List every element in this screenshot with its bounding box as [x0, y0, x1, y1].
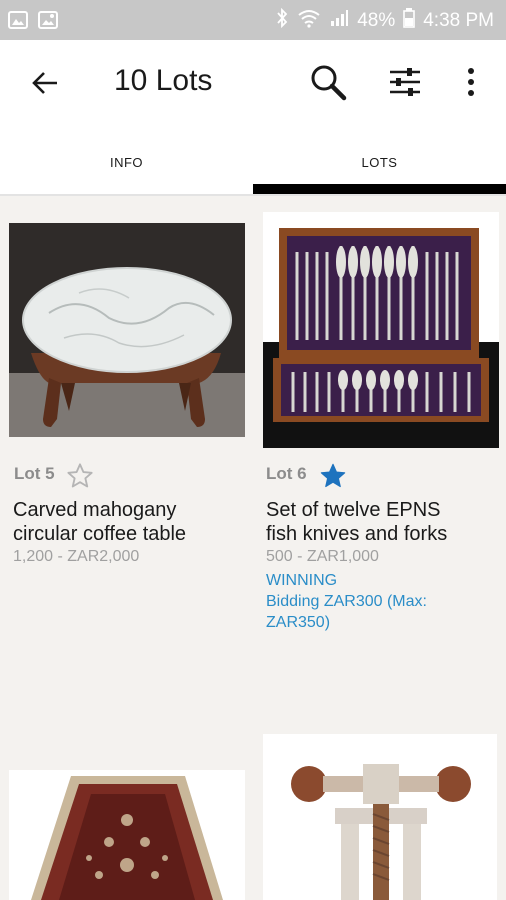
selected-tab-indicator: [253, 184, 506, 194]
back-button[interactable]: [28, 66, 62, 100]
tab-info[interactable]: INFO: [0, 128, 253, 196]
favorite-button[interactable]: [66, 462, 94, 490]
lot-card[interactable]: [253, 718, 506, 900]
arrow-left-icon: [32, 72, 57, 94]
bid-amount: Bidding ZAR300 (Max:: [266, 593, 427, 610]
lot-image[interactable]: [263, 734, 497, 900]
image-notification-icon: [38, 10, 58, 35]
app-bar: 10 Lots: [0, 40, 506, 128]
lot-card[interactable]: [0, 718, 253, 900]
sliders-icon: [390, 68, 420, 96]
more-vertical-icon: [468, 68, 474, 96]
lot-title: Set of twelve EPNS fish knives and forks: [266, 498, 502, 546]
lot-title-line: Carved mahogany: [13, 499, 177, 521]
overflow-menu-button[interactable]: [451, 62, 491, 102]
wifi-icon: [297, 8, 321, 34]
status-bar: 48% 4:38 PM: [0, 0, 506, 40]
winning-label: WINNING: [266, 572, 338, 589]
lot-estimate: 500 - ZAR1,000: [266, 548, 379, 565]
lot-image[interactable]: [9, 770, 245, 900]
filter-button[interactable]: [385, 62, 425, 102]
lot-title: Carved mahogany circular coffee table: [13, 498, 249, 546]
lot-estimate: 1,200 - ZAR2,000: [13, 548, 140, 565]
lot-number: Lot 6: [266, 464, 307, 483]
lot-image[interactable]: [263, 212, 499, 448]
tab-bar: INFO LOTS: [0, 128, 506, 196]
lot-card[interactable]: Lot 5 Carved mahogany circular coffee ta…: [0, 198, 253, 718]
lot-image[interactable]: [9, 223, 245, 437]
search-button[interactable]: [308, 62, 348, 102]
lot-title-line: circular coffee table: [13, 523, 187, 545]
clock: 4:38 PM: [423, 10, 494, 31]
lot-card[interactable]: Lot 6 Set of twelve EPNS fish knives and…: [253, 198, 506, 718]
bid-status: WINNING Bidding ZAR300 (Max: ZAR350): [266, 570, 502, 633]
lot-title-line: Set of twelve EPNS: [266, 499, 441, 521]
page-title: 10 Lots: [114, 64, 213, 97]
bluetooth-icon: [275, 7, 289, 34]
gallery-notification-icon: [8, 10, 28, 35]
favorite-button[interactable]: [319, 462, 347, 490]
star-outline-icon: [67, 463, 93, 488]
star-filled-icon: [320, 463, 346, 488]
lot-number: Lot 5: [14, 464, 55, 483]
search-icon: [311, 65, 347, 101]
battery-icon: [403, 8, 416, 34]
lot-title-line: fish knives and forks: [266, 523, 448, 545]
battery-percent: 48%: [357, 10, 396, 31]
bid-amount-max: ZAR350): [266, 614, 331, 631]
signal-icon: [329, 8, 349, 34]
